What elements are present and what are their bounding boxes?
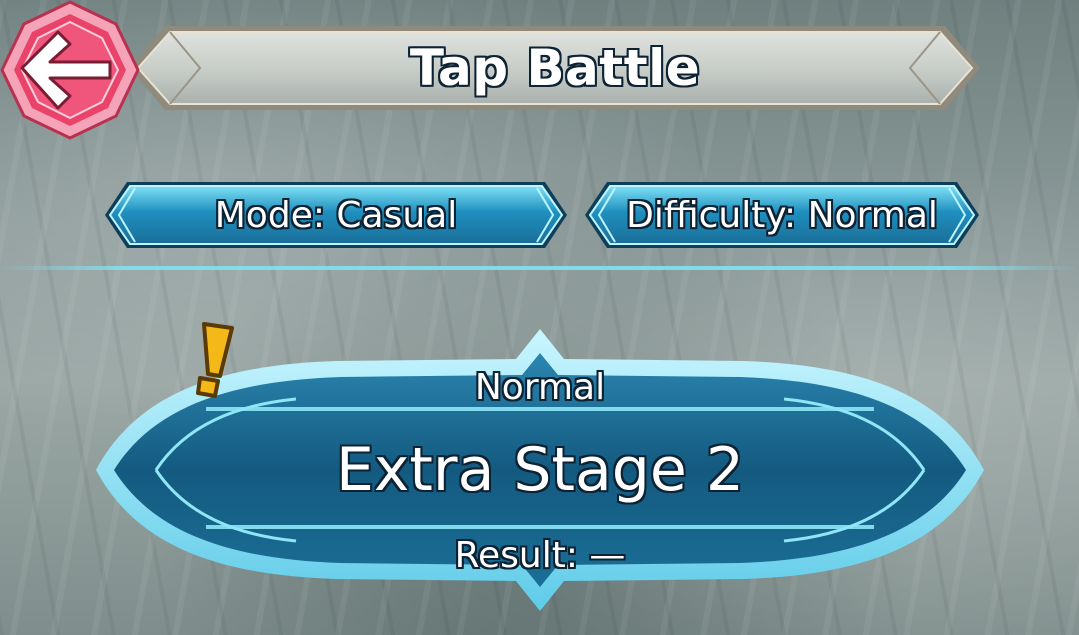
difficulty-button[interactable]: Difficulty: Normal xyxy=(585,180,979,250)
back-button[interactable] xyxy=(0,0,140,140)
page-title: Tap Battle xyxy=(409,39,701,97)
mode-button[interactable]: Mode: Casual xyxy=(105,180,567,250)
mode-label: Mode: Casual xyxy=(214,194,458,236)
stage-result: Result: — xyxy=(454,535,626,576)
divider xyxy=(0,266,1079,270)
exclamation-icon xyxy=(196,322,234,398)
stage-name: Extra Stage 2 xyxy=(335,435,745,505)
difficulty-label: Difficulty: Normal xyxy=(626,194,938,236)
